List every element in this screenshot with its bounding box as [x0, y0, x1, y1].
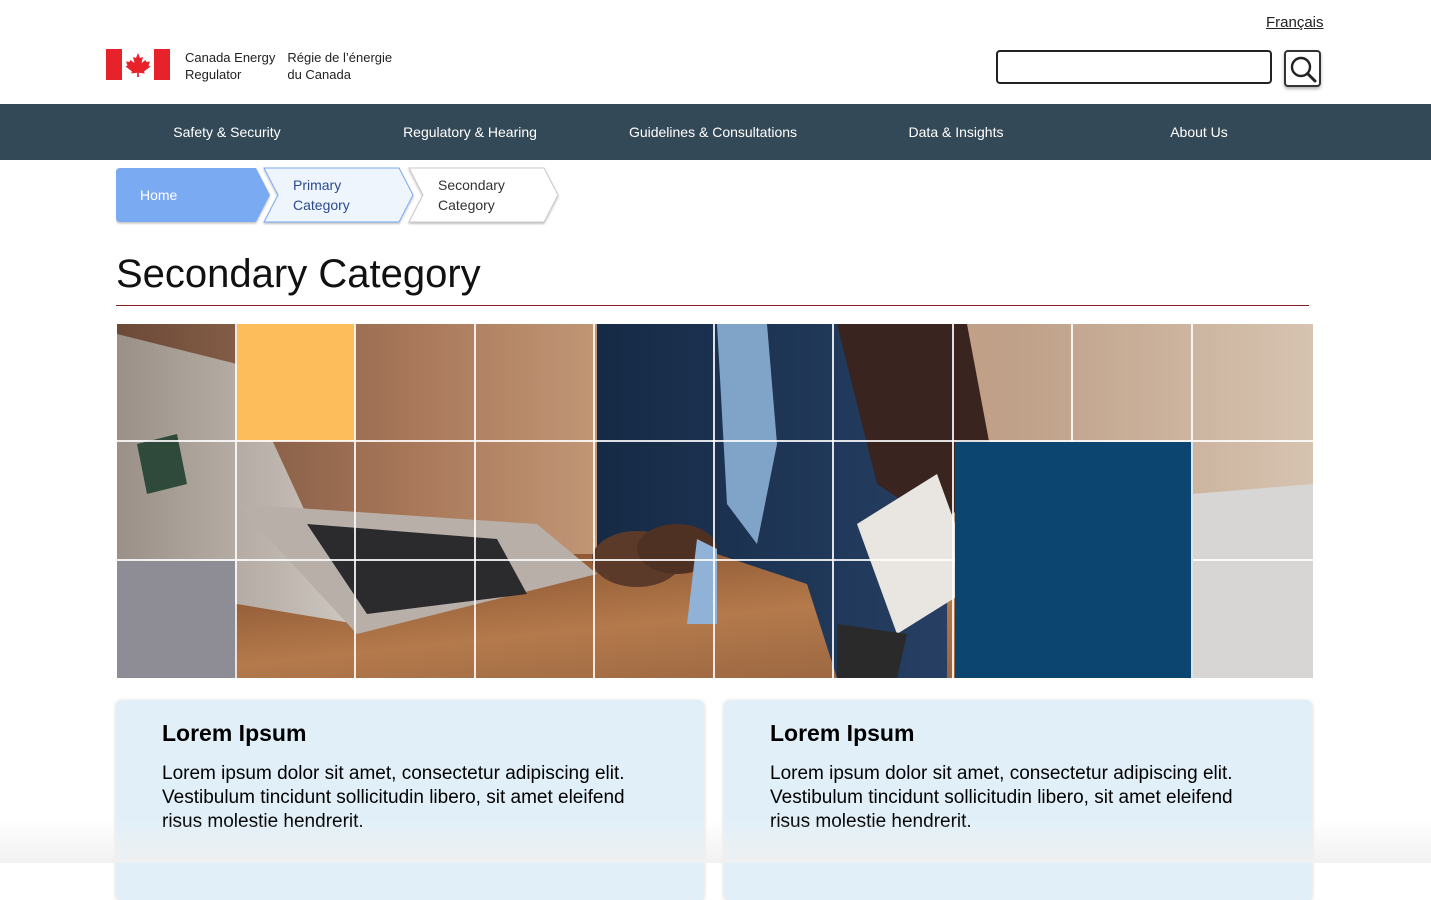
hero-illustration [117, 324, 1313, 678]
hero-tile-yellow [237, 324, 355, 441]
page-title: Secondary Category [116, 252, 481, 296]
breadcrumb-primary-category[interactable]: Primary Category [293, 175, 350, 215]
main-navigation: Safety & Security Regulatory & Hearing G… [0, 104, 1431, 160]
info-card[interactable]: Lorem Ipsum Lorem ipsum dolor sit amet, … [724, 700, 1312, 900]
hero-image [117, 324, 1313, 678]
breadcrumb-secondary-category: Secondary Category [438, 175, 505, 215]
hero-tile-navy [955, 442, 1193, 678]
wordmark-french-line2: du Canada [287, 67, 351, 82]
nav-item-data-insights[interactable]: Data & Insights [909, 104, 1004, 160]
card-title: Lorem Ipsum [770, 720, 915, 746]
nav-item-regulatory-hearing[interactable]: Regulatory & Hearing [403, 104, 537, 160]
wordmark-french: Régie de l’énergie du Canada [287, 49, 392, 83]
cer-logo[interactable]: Canada Energy Regulator Régie de l’énerg… [106, 49, 392, 83]
wordmark-english-line1: Canada Energy [185, 50, 276, 65]
wordmark-french-line1: Régie de l’énergie [287, 50, 393, 65]
breadcrumb-home-label: Home [140, 187, 178, 203]
wordmark-english: Canada Energy Regulator [185, 49, 275, 83]
nav-item-safety-security[interactable]: Safety & Security [173, 104, 280, 160]
search-input[interactable] [996, 50, 1272, 84]
card-title: Lorem Ipsum [162, 720, 307, 746]
title-divider [116, 305, 1309, 306]
canada-flag-icon [106, 49, 170, 80]
wordmark-english-line2: Regulator [185, 67, 242, 82]
card-body: Lorem ipsum dolor sit amet, consectetur … [162, 763, 625, 832]
breadcrumb-secondary-line1: Secondary [438, 177, 505, 193]
breadcrumb: Home Primary Category Secondary Category [116, 167, 566, 225]
search-icon [1290, 56, 1316, 82]
nav-item-guidelines-consultations[interactable]: Guidelines & Consultations [629, 104, 797, 160]
breadcrumb-primary-line1: Primary [293, 177, 342, 193]
search-button[interactable] [1284, 50, 1321, 87]
breadcrumb-primary-line2: Category [293, 197, 350, 213]
info-card[interactable]: Lorem Ipsum Lorem ipsum dolor sit amet, … [116, 700, 704, 900]
hero-tile-gray [117, 561, 235, 678]
breadcrumb-secondary-line2: Category [438, 197, 495, 213]
card-body: Lorem ipsum dolor sit amet, consectetur … [770, 763, 1233, 832]
language-toggle-link[interactable]: Français [1266, 14, 1324, 31]
nav-item-about-us[interactable]: About Us [1170, 104, 1228, 160]
breadcrumb-home[interactable]: Home [140, 185, 177, 205]
